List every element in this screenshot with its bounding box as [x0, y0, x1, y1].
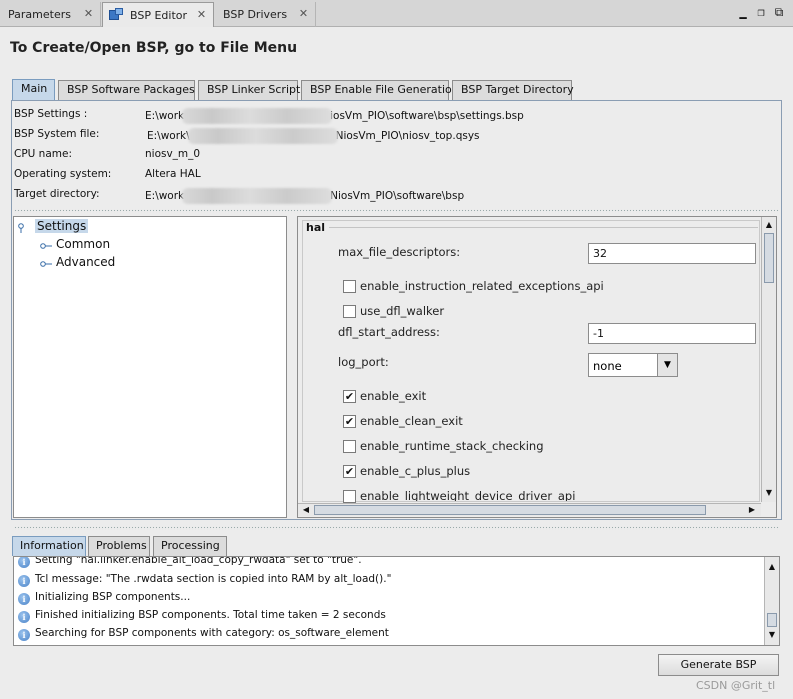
splitter-handle[interactable] [14, 526, 779, 530]
tree-item-settings-label: Settings [35, 219, 89, 233]
enable-clean-exit-label: enable_clean_exit [360, 414, 463, 428]
tab-bsp-drivers[interactable]: BSP Drivers ✕ [215, 2, 316, 27]
log-vertical-scrollbar[interactable]: ▲ ▼ [764, 557, 779, 645]
bsp-system-file-label: BSP System file: [14, 128, 100, 140]
max-file-descriptors-label: max_file_descriptors: [338, 245, 461, 259]
settings-tree: Settings Common Advanced [13, 216, 287, 518]
close-icon[interactable]: ✕ [83, 8, 94, 19]
cpu-name-value: niosv_m_0 [145, 148, 201, 160]
tab-information[interactable]: Information [12, 536, 86, 556]
scroll-right-icon[interactable]: ▶ [747, 504, 757, 516]
page-title: To Create/Open BSP, go to File Menu [10, 40, 298, 56]
tab-bsp-linker-script[interactable]: BSP Linker Script [198, 80, 300, 100]
use-dfl-walker-checkbox[interactable] [343, 305, 356, 318]
tree-item-advanced[interactable]: Advanced [56, 255, 115, 269]
log-message: i Searching for BSP components with categ… [18, 627, 389, 643]
scroll-left-icon[interactable]: ◀ [301, 504, 311, 516]
tab-processing[interactable]: Processing [153, 536, 227, 556]
log-message: i Finished initializing BSP components. T… [18, 609, 386, 625]
use-dfl-walker-label: use_dfl_walker [360, 304, 445, 318]
bsp-info: BSP Settings : E:\work iosVm_PIO\software… [14, 104, 779, 208]
info-icon: i [18, 557, 30, 568]
tab-parameters[interactable]: Parameters ✕ [0, 2, 101, 27]
tab-bsp-drivers-label: BSP Drivers [223, 8, 288, 21]
tree-item-common[interactable]: Common [56, 237, 110, 251]
scroll-thumb[interactable] [764, 233, 774, 283]
bsp-editor-icon [109, 8, 125, 22]
enable-lightweight-device-driver-api-label: enable_lightweight_device_driver_api [360, 489, 576, 501]
info-icon: i [18, 575, 30, 587]
log-message: i Tcl message: "The .rwdata section is co… [18, 573, 391, 589]
bsp-settings-label: BSP Settings : [14, 108, 88, 120]
redacted-path [187, 128, 338, 144]
enable-lightweight-device-driver-api-checkbox[interactable] [343, 490, 356, 503]
tab-bsp-editor-label: BSP Editor [130, 8, 188, 22]
info-icon: i [18, 593, 30, 605]
scroll-thumb[interactable] [767, 613, 777, 627]
close-icon[interactable]: ✕ [196, 9, 207, 20]
operating-system-value: Altera HAL [145, 168, 201, 180]
tab-bsp-editor[interactable]: BSP Editor ✕ [102, 2, 214, 27]
enable-instruction-related-exceptions-api-label: enable_instruction_related_exceptions_ap… [360, 279, 604, 293]
settings-horizontal-scrollbar[interactable]: ◀ ▶ [298, 503, 761, 516]
editor-tab-bar: Parameters ✕ BSP Editor ✕ BSP Drivers ✕ … [0, 0, 793, 27]
settings-panel: hal max_file_descriptors: 32 enable_inst… [297, 216, 777, 518]
minimize-icon[interactable]: ▁ [736, 5, 750, 19]
hal-group-label: hal [306, 221, 330, 234]
info-icon: i [18, 629, 30, 641]
redacted-path [182, 188, 333, 204]
tree-node-icon [40, 261, 52, 267]
scroll-down-icon[interactable]: ▼ [766, 629, 778, 641]
tab-parameters-label: Parameters [8, 8, 71, 21]
close-icon[interactable]: ✕ [298, 8, 309, 19]
group-divider [328, 227, 758, 228]
enable-runtime-stack-checking-label: enable_runtime_stack_checking [360, 439, 544, 453]
redacted-path [182, 108, 333, 124]
tab-problems[interactable]: Problems [88, 536, 150, 556]
restore-icon[interactable]: ❐ [754, 5, 768, 19]
tree-root-node-icon [18, 223, 24, 233]
target-directory-value: E:\work NiosVm_PIO\software\bsp [145, 188, 465, 204]
maximize-icon[interactable]: ⧉ [772, 5, 786, 19]
dfl-start-address-input[interactable]: -1 [588, 323, 756, 344]
enable-exit-label: enable_exit [360, 389, 427, 403]
settings-vertical-scrollbar[interactable]: ▲ ▼ [761, 217, 776, 502]
enable-c-plus-plus-checkbox[interactable]: ✔ [343, 465, 356, 478]
log-port-value: none [593, 359, 622, 373]
scroll-up-icon[interactable]: ▲ [763, 219, 775, 231]
tab-bsp-enable-file-generation[interactable]: BSP Enable File Generation [301, 80, 459, 100]
scroll-thumb[interactable] [314, 505, 706, 515]
generate-bsp-button[interactable]: Generate BSP [658, 654, 779, 676]
scroll-up-icon[interactable]: ▲ [766, 561, 778, 573]
tab-bsp-software-packages[interactable]: BSP Software Packages [58, 80, 195, 100]
tree-item-settings[interactable]: Settings [35, 219, 89, 233]
bsp-system-file-value: E:\work\ NiosVm_PIO\niosv_top.qsys [147, 128, 480, 144]
cpu-name-label: CPU name: [14, 148, 73, 160]
enable-instruction-related-exceptions-api-checkbox[interactable] [343, 280, 356, 293]
tree-node-icon [40, 243, 52, 249]
log-port-select[interactable]: none ▼ [588, 353, 678, 377]
enable-c-plus-plus-label: enable_c_plus_plus [360, 464, 471, 478]
enable-clean-exit-checkbox[interactable]: ✔ [343, 415, 356, 428]
watermark: CSDN @Grit_tl [696, 679, 776, 692]
log-port-label: log_port: [338, 355, 389, 369]
log-message: i Setting "hal.linker.enable_alt_load_cop… [18, 557, 362, 570]
log-message: i Initializing BSP components... [18, 591, 190, 607]
dfl-start-address-label: dfl_start_address: [338, 325, 440, 339]
message-log: i Setting "hal.linker.enable_alt_load_cop… [13, 556, 780, 646]
tab-bsp-target-directory[interactable]: BSP Target Directory [452, 80, 574, 100]
bsp-settings-value: E:\work iosVm_PIO\software\bsp\settings.b… [145, 108, 524, 124]
max-file-descriptors-input[interactable]: 32 [588, 243, 756, 264]
info-icon: i [18, 611, 30, 623]
tab-main[interactable]: Main [12, 79, 55, 100]
chevron-down-icon[interactable]: ▼ [657, 354, 677, 376]
scroll-down-icon[interactable]: ▼ [763, 487, 775, 499]
splitter-handle[interactable] [14, 209, 779, 213]
target-directory-label: Target directory: [14, 188, 100, 200]
operating-system-label: Operating system: [14, 168, 112, 180]
enable-runtime-stack-checking-checkbox[interactable] [343, 440, 356, 453]
enable-exit-checkbox[interactable]: ✔ [343, 390, 356, 403]
